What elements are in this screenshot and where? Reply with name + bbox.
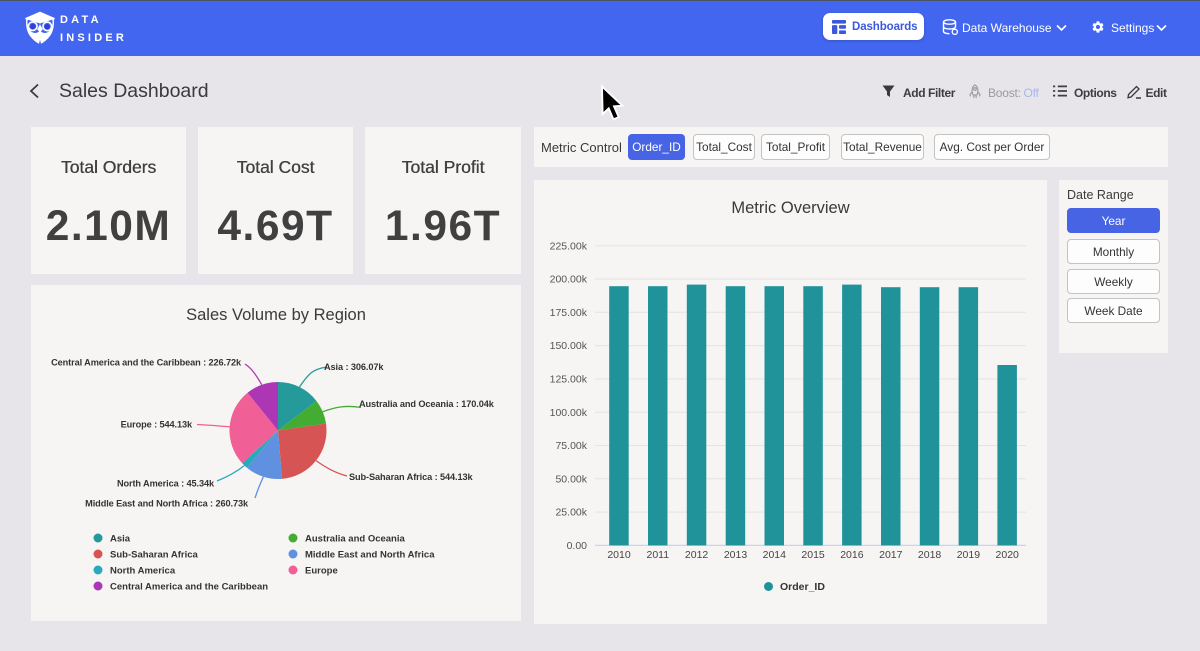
svg-text:Central America and the Caribb: Central America and the Caribbean : 226.… [51,358,242,368]
svg-text:200.00k: 200.00k [550,274,588,286]
svg-text:Asia: Asia [110,534,131,545]
svg-text:25.00k: 25.00k [555,507,587,519]
svg-text:Europe: Europe [305,566,338,577]
svg-text:North America : 45.34k: North America : 45.34k [117,479,215,489]
svg-text:Australia and Oceania: Australia and Oceania [305,534,406,545]
svg-text:2017: 2017 [879,549,903,561]
svg-text:150.00k: 150.00k [550,340,588,352]
svg-text:2013: 2013 [724,549,748,561]
svg-text:Australia and Oceania : 170.04: Australia and Oceania : 170.04k [359,399,495,409]
svg-text:50.00k: 50.00k [555,473,587,485]
svg-text:2016: 2016 [840,549,864,561]
svg-text:Europe : 544.13k: Europe : 544.13k [121,420,193,430]
svg-text:0.00: 0.00 [567,540,588,552]
svg-text:2011: 2011 [647,549,670,561]
svg-text:100.00k: 100.00k [550,407,588,419]
svg-text:2018: 2018 [918,549,942,561]
svg-text:Middle East and North Africa: Middle East and North Africa [305,550,435,561]
svg-text:2020: 2020 [996,549,1020,561]
svg-text:225.00k: 225.00k [550,240,588,252]
svg-text:Sub-Saharan Africa : 544.13k: Sub-Saharan Africa : 544.13k [349,472,473,482]
svg-text:75.00k: 75.00k [555,440,587,452]
svg-text:125.00k: 125.00k [550,374,588,386]
svg-text:2019: 2019 [957,549,981,561]
svg-text:Asia : 306.07k: Asia : 306.07k [324,362,384,372]
svg-text:North America: North America [110,566,176,577]
svg-text:2014: 2014 [763,549,787,561]
svg-text:Middle East and North Africa :: Middle East and North Africa : 260.73k [85,499,249,509]
svg-text:2010: 2010 [607,549,631,561]
svg-text:Order_ID: Order_ID [780,581,825,593]
svg-text:Sub-Saharan Africa: Sub-Saharan Africa [110,550,199,561]
svg-text:2012: 2012 [685,549,709,561]
svg-text:2015: 2015 [801,549,825,561]
svg-text:Central America and the Caribb: Central America and the Caribbean [110,582,268,593]
svg-text:175.00k: 175.00k [550,307,588,319]
